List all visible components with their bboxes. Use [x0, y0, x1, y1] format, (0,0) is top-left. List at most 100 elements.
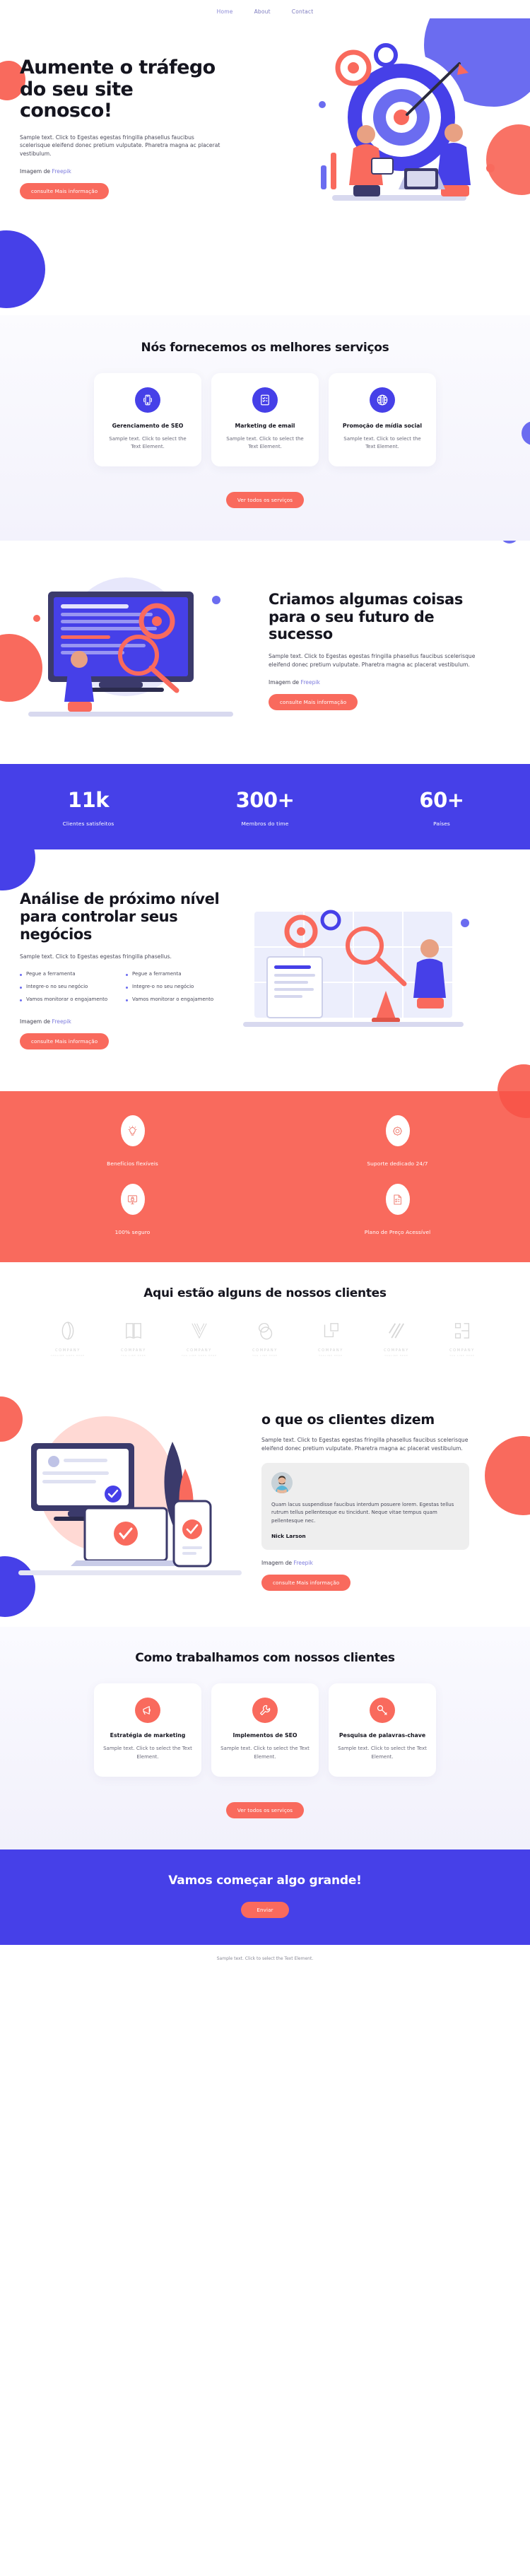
gear-icon [385, 1115, 410, 1147]
credit-prefix: Imagem de [20, 1018, 52, 1025]
service-card-title: Gerenciamento de SEO [112, 423, 184, 429]
stat-value: 300+ [235, 788, 295, 813]
process-view-all-button[interactable]: Ver todos os serviços [225, 1801, 305, 1818]
view-all-services-button[interactable]: Ver todos os serviços [225, 492, 305, 509]
cta-section: Vamos começar algo grande! Enviar [0, 1849, 530, 1945]
client-logo-1: COMPANY TAGLINE GOES HERE [38, 1319, 98, 1357]
credit-prefix: Imagem de [269, 678, 301, 686]
nav-item-home[interactable]: Home [217, 8, 233, 15]
decor-blob-benefits-right [499, 1091, 530, 1119]
cta-submit-button[interactable]: Enviar [241, 1901, 289, 1918]
service-card-seo[interactable]: Gerenciamento de SEO Sample text. Click … [94, 373, 201, 467]
testimonial-section: o que os clientes dizem Sample text. Cli… [0, 1381, 530, 1628]
clients-section: Aqui estão alguns de nossos clientes COM… [0, 1262, 530, 1382]
process-card-title: Estratégia de marketing [110, 1732, 186, 1739]
testimonial-cta-button[interactable]: consulte Mais informação [261, 1574, 351, 1591]
benefit-pricing: Plano de Preço Acessível [265, 1184, 530, 1237]
client-tagline: TAG LINE GOES HERE [181, 1354, 218, 1358]
credit-prefix: Imagem de [20, 167, 52, 175]
analysis-title: Análise de próximo nível para controlar … [20, 890, 220, 943]
stat-label: Países [433, 821, 450, 828]
process-card-keywords[interactable]: Pesquisa de palavras-chave Sample text. … [329, 1683, 436, 1777]
stat-label: Membros do time [241, 821, 289, 828]
feature-content: Criamos algumas coisas para o seu futuro… [261, 591, 481, 710]
analysis-cta-button[interactable]: consulte Mais informação [20, 1033, 110, 1049]
stat-countries: 60+ Países [353, 788, 530, 827]
process-card-strategy[interactable]: Estratégia de marketing Sample text. Cli… [94, 1683, 201, 1777]
service-card-body: Sample text. Click to select the Text El… [226, 436, 304, 450]
benefit-support: Suporte dedicado 24/7 [265, 1115, 530, 1168]
feature-title: Criamos algumas coisas para o seu futuro… [269, 590, 463, 643]
process-card-seo[interactable]: Implementos de SEO Sample text. Click to… [211, 1683, 319, 1777]
freepik-link[interactable]: Freepik [301, 679, 320, 686]
nav-item-contact[interactable]: Contact [292, 8, 314, 15]
feature-section: Criamos algumas coisas para o seu futuro… [0, 541, 530, 765]
credit-prefix: Imagem de [261, 1559, 294, 1566]
analysis-bullet-groups: Pegue a ferramenta Integre-o no seu negó… [20, 970, 226, 1008]
client-name: COMPANY [121, 1348, 146, 1353]
client-logo-2: COMPANY TAG LINE HERE [104, 1319, 163, 1357]
analysis-illustration [243, 910, 469, 1028]
client-tagline: TAGLINE HERE [384, 1354, 408, 1358]
process-section: Como trabalhamos com nossos clientes Est… [0, 1627, 530, 1849]
decor-blob-feature-topright [500, 541, 519, 544]
hero-cta-button[interactable]: consulte Mais informação [20, 182, 110, 199]
service-card-title: Marketing de email [235, 423, 295, 429]
analysis-section: Análise de próximo nível para controlar … [0, 849, 530, 1092]
client-name: COMPANY [384, 1348, 409, 1353]
decor-blob-blue-left [0, 230, 45, 308]
process-title: Como trabalhamos com nossos clientes [135, 1651, 395, 1666]
stat-value: 60+ [419, 788, 464, 813]
testimonial-quote: Quam lacus suspendisse faucibus interdum… [271, 1501, 454, 1524]
benefit-label: 100% seguro [114, 1229, 151, 1236]
feature-row: Criamos algumas coisas para o seu futuro… [0, 569, 530, 731]
client-name: COMPANY [55, 1348, 81, 1353]
list-item: Vamos monitorar o engajamento [20, 996, 119, 1004]
service-card-body: Sample text. Click to select the Text El… [109, 436, 187, 450]
stat-team: 300+ Membros do time [177, 788, 353, 827]
testimonial-body: Sample text. Click to Egestas egestas fr… [261, 1437, 469, 1452]
stats-section: 11k Clientes satisfeitos 300+ Membros do… [0, 764, 530, 850]
clients-title: Aqui estão alguns de nossos clientes [143, 1286, 387, 1301]
logo-book-icon [126, 1323, 141, 1339]
process-card-list: Estratégia de marketing Sample text. Cli… [0, 1683, 530, 1777]
services-section: Nós fornecemos os melhores serviços Gere… [0, 315, 530, 541]
process-card-body: Sample text. Click to select the Text El… [220, 1746, 310, 1760]
testimonial-illustration [18, 1416, 242, 1576]
service-card-social[interactable]: Promoção de mídia social Sample text. Cl… [329, 373, 436, 467]
feature-image-credit: Imagem de Freepik [269, 679, 481, 686]
stat-value: 11k [67, 788, 110, 813]
client-tagline: TAG LINE HERE [121, 1354, 146, 1358]
client-name: COMPANY [187, 1348, 212, 1353]
feature-cta-button[interactable]: consulte Mais informação [269, 693, 358, 710]
freepik-link[interactable]: Freepik [52, 1018, 71, 1025]
hero-content: Aumente o tráfego do seu site conosco! S… [0, 18, 226, 199]
services-cta-wrap: Ver todos os serviços [0, 483, 530, 509]
client-logo-3: COMPANY TAG LINE GOES HERE [170, 1319, 229, 1357]
document-list-icon [385, 1184, 410, 1216]
mobile-seo-icon [135, 387, 160, 413]
benefits-grid: Benefícios flexíveis Suporte dedicado 24… [0, 1115, 530, 1237]
service-card-email[interactable]: Marketing de email Sample text. Click to… [211, 373, 319, 467]
lock-screen-icon [120, 1184, 145, 1216]
client-name: COMPANY [449, 1348, 475, 1353]
cta-title: Vamos começar algo grande! [168, 1873, 362, 1888]
logo-ring-icon [61, 1322, 74, 1340]
logo-vlines-icon [192, 1323, 207, 1339]
testimonial-author: Nick Larson [271, 1532, 306, 1539]
list-item: Vamos monitorar o engajamento [126, 996, 225, 1004]
analysis-bullets-left: Pegue a ferramenta Integre-o no seu negó… [20, 970, 119, 1008]
services-title: Nós fornecemos os melhores serviços [141, 341, 389, 355]
hero-illustration [319, 43, 495, 201]
logo-brackets-icon [454, 1323, 470, 1339]
client-name: COMPANY [252, 1348, 278, 1353]
client-tagline: TAG LINE HERE [252, 1354, 278, 1358]
freepik-link[interactable]: Freepik [52, 168, 71, 175]
hero-image-credit: Imagem de Freepik [20, 168, 226, 175]
nav-item-about[interactable]: About [254, 8, 271, 15]
key-icon [370, 1698, 395, 1724]
landing-page: Home About Contact Aumente o tráfego do … [0, 0, 530, 1974]
testimonial-quote-card: Quam lacus suspendisse faucibus interdum… [261, 1462, 469, 1550]
freepik-link[interactable]: Freepik [294, 1560, 313, 1566]
analysis-bullets-right: Pegue a ferramenta Integre-o no seu negó… [126, 970, 225, 1008]
